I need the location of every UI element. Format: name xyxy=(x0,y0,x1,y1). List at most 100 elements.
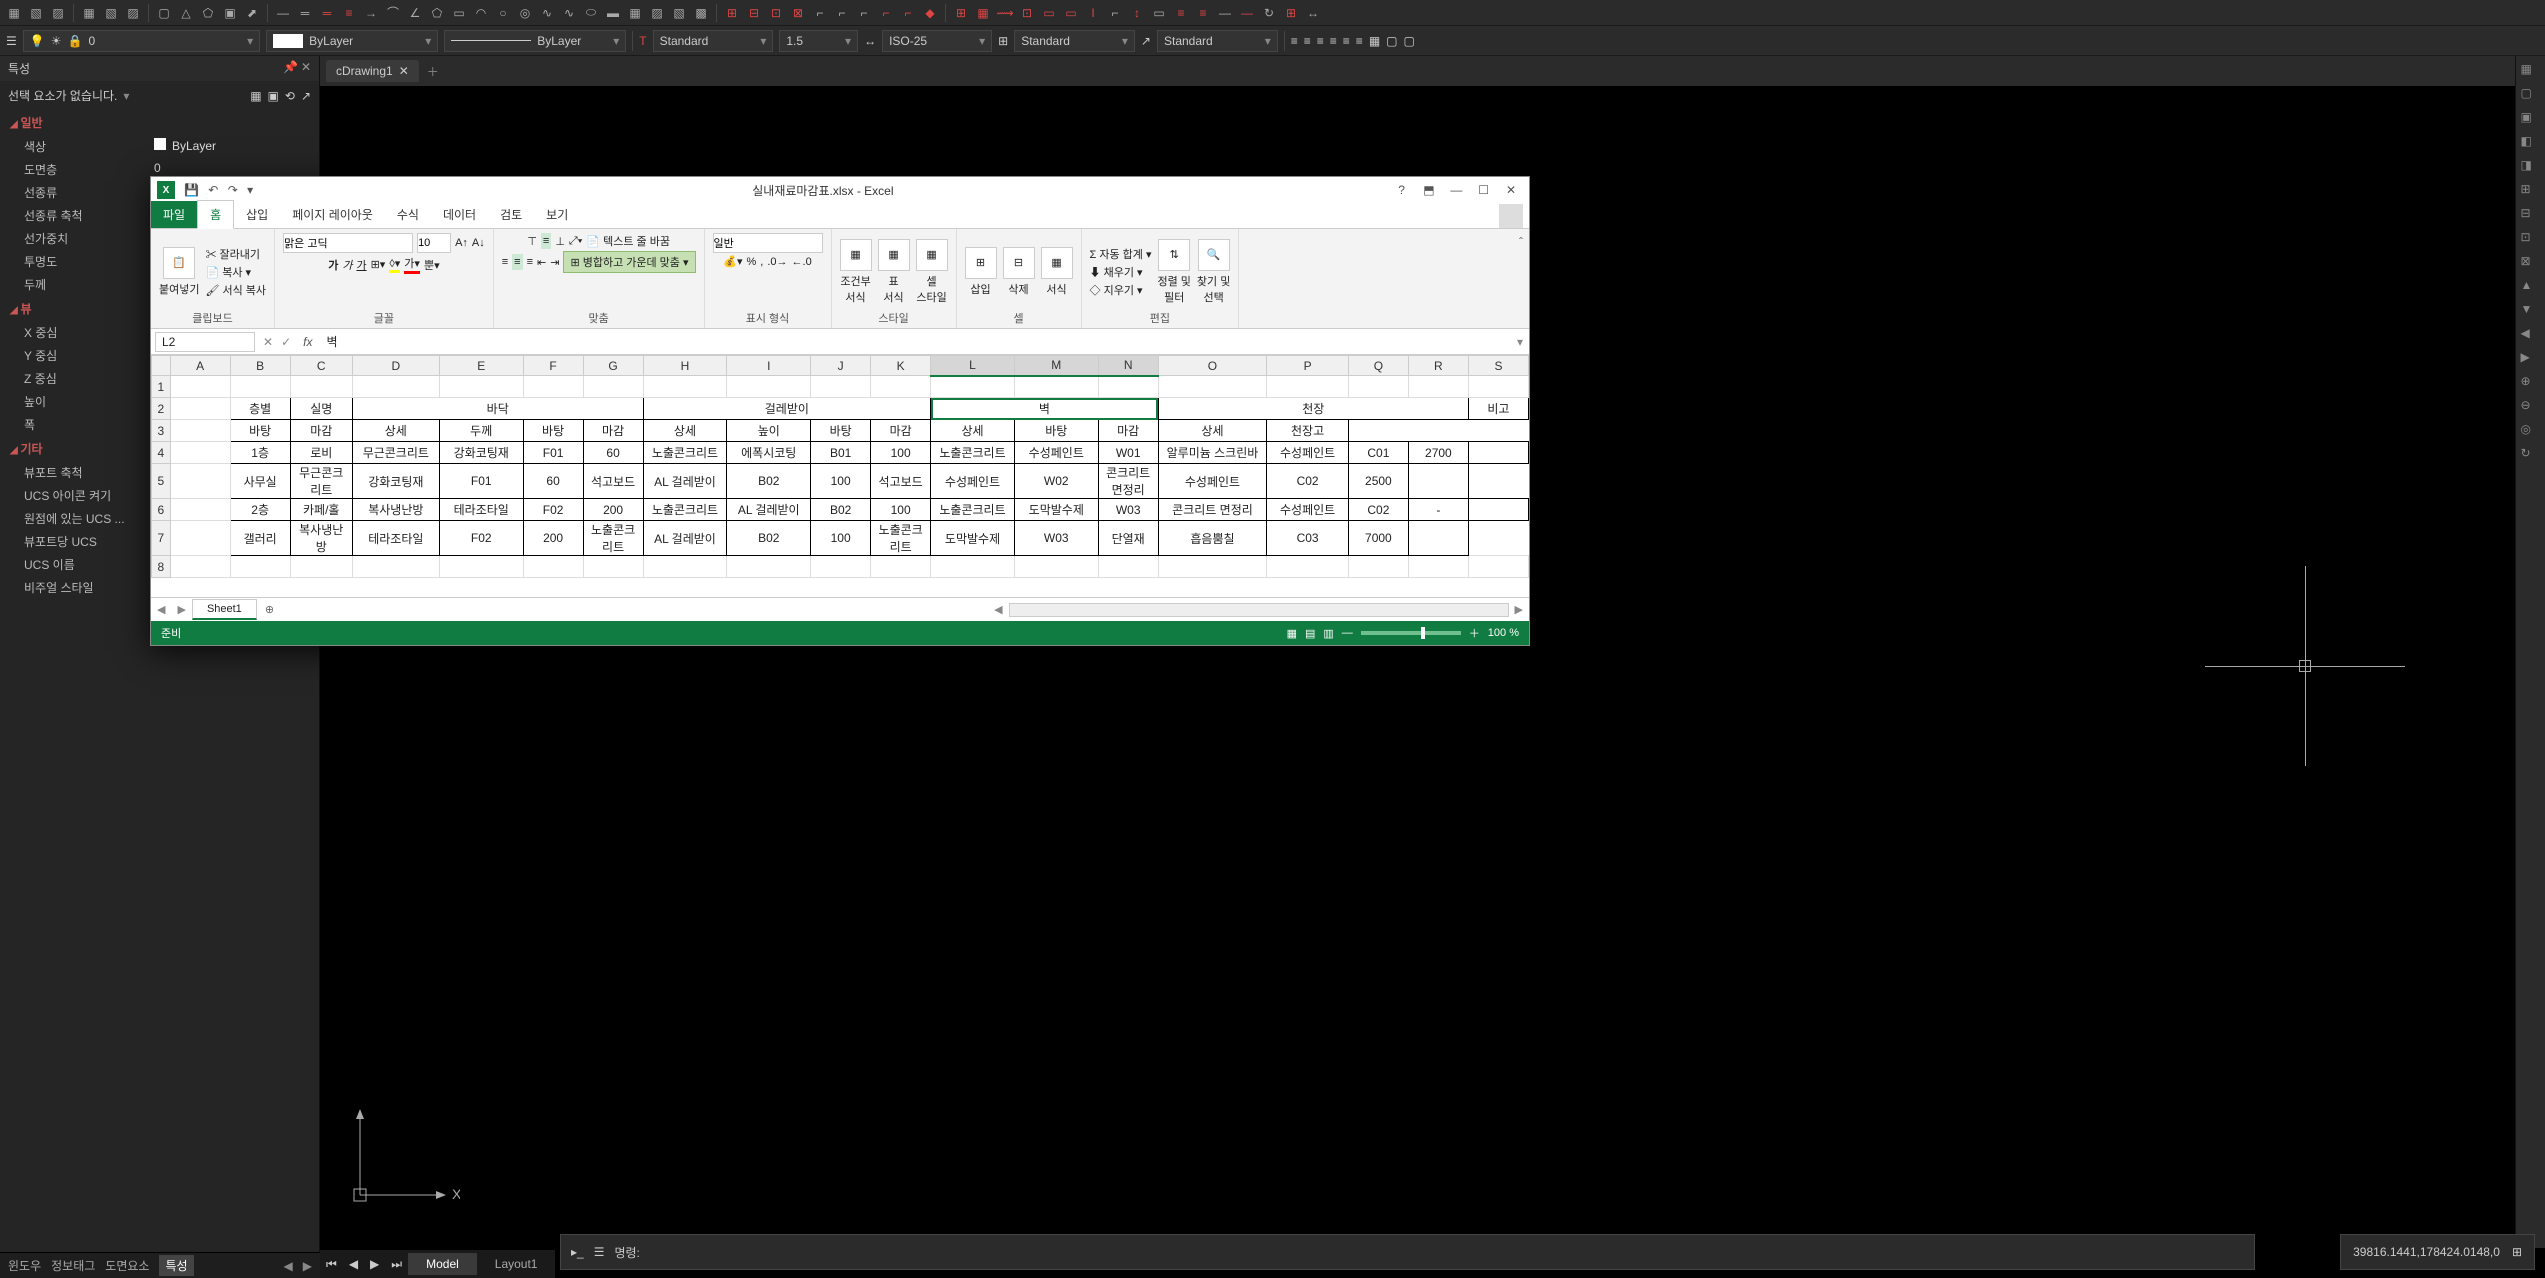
mleader-icon[interactable]: ↗ xyxy=(1141,34,1151,48)
dimscale-combo[interactable]: 1.5 ▾ xyxy=(779,30,858,52)
inc-decimal-icon[interactable]: .0→ xyxy=(767,256,787,268)
cell[interactable]: 노출콘크리트 xyxy=(643,442,727,464)
qselect-icon[interactable]: ▣ xyxy=(268,89,279,103)
view-normal-icon[interactable]: ▦ xyxy=(1287,627,1297,640)
zoom-slider[interactable] xyxy=(1361,631,1461,635)
align-icon[interactable]: ≡ xyxy=(1291,34,1298,48)
cell[interactable] xyxy=(170,420,230,442)
donut-icon[interactable]: ◎ xyxy=(515,3,535,23)
cell[interactable]: 마감 xyxy=(290,420,352,442)
chevron-left-icon[interactable]: ◀ xyxy=(284,1259,293,1273)
cell[interactable]: 갤러리 xyxy=(230,521,290,556)
tab-review[interactable]: 검토 xyxy=(488,201,534,228)
tool-icon[interactable]: ▦ xyxy=(2521,62,2541,82)
align-right-icon[interactable]: ≡ xyxy=(527,256,533,268)
cell[interactable]: 마감 xyxy=(1098,420,1158,442)
modify-icon[interactable]: ▭ xyxy=(1039,3,1059,23)
cell[interactable]: 높이 xyxy=(727,420,811,442)
font-name-combo[interactable] xyxy=(283,233,413,253)
cell[interactable]: 강화코팅재 xyxy=(439,442,523,464)
indent-dec-icon[interactable]: ⇤ xyxy=(537,256,546,269)
generic-tool-icon[interactable]: ▦ xyxy=(79,3,99,23)
cell[interactable] xyxy=(583,556,643,578)
cell[interactable] xyxy=(352,376,439,398)
tool-icon[interactable]: ◎ xyxy=(2521,422,2541,442)
tool-icon[interactable]: ▢ xyxy=(1404,34,1415,48)
clear-button[interactable]: ◇ 지우기 ▾ xyxy=(1090,282,1152,298)
modify-icon[interactable]: ⊞ xyxy=(951,3,971,23)
line-icon[interactable]: ═ xyxy=(295,3,315,23)
view-pagebreak-icon[interactable]: ▥ xyxy=(1323,627,1333,640)
cell[interactable]: 콘크리트 면정리 xyxy=(1158,499,1267,521)
tab-insert[interactable]: 삽입 xyxy=(234,201,280,228)
color-combo[interactable]: ByLayer ▾ xyxy=(266,30,438,52)
cell[interactable] xyxy=(1468,499,1528,521)
undo-icon[interactable]: ↶ xyxy=(208,183,218,197)
cell[interactable]: B01 xyxy=(811,442,871,464)
cell[interactable]: 천장고 xyxy=(1267,420,1349,442)
cell[interactable] xyxy=(1348,556,1408,578)
align-top-icon[interactable]: ⊤ xyxy=(527,235,537,248)
col-header-N[interactable]: N xyxy=(1098,356,1158,376)
cell[interactable]: 100 xyxy=(871,442,931,464)
row-header-4[interactable]: 4 xyxy=(152,442,171,464)
cell-styles-button[interactable]: ▦셀 스타일 xyxy=(916,239,948,305)
col-header-M[interactable]: M xyxy=(1014,356,1098,376)
tablestyle-combo[interactable]: Standard ▾ xyxy=(1014,30,1135,52)
cell[interactable] xyxy=(439,376,523,398)
cell[interactable] xyxy=(1468,442,1528,464)
zoom-out-icon[interactable]: — xyxy=(1342,627,1353,639)
cell[interactable]: C02 xyxy=(1267,464,1349,499)
arc-icon[interactable]: ◠ xyxy=(471,3,491,23)
cell[interactable] xyxy=(1098,556,1158,578)
tool-icon[interactable]: ◧ xyxy=(2521,134,2541,154)
status-tab[interactable]: 도면요소 xyxy=(105,1257,149,1274)
cell[interactable]: 2500 xyxy=(1348,464,1408,499)
tool-icon[interactable]: ⊞ xyxy=(2521,182,2541,202)
dim-tool-icon[interactable]: ⊠ xyxy=(788,3,808,23)
hscrollbar[interactable] xyxy=(1009,603,1509,617)
modify-icon[interactable]: ≡ xyxy=(1171,3,1191,23)
tool-icon[interactable]: ▢ xyxy=(1386,34,1397,48)
drawing-tab[interactable]: cDrawing1 ✕ xyxy=(326,60,419,82)
align-icon[interactable]: ≡ xyxy=(1304,34,1311,48)
cell[interactable] xyxy=(523,376,583,398)
cell[interactable]: 콘크리트 면정리 xyxy=(1098,464,1158,499)
rect-icon[interactable]: ▭ xyxy=(449,3,469,23)
align-bottom-icon[interactable]: ⊥ xyxy=(555,235,565,248)
cell[interactable] xyxy=(523,556,583,578)
cell[interactable]: 로비 xyxy=(290,442,352,464)
cell[interactable]: 에폭시코팅 xyxy=(727,442,811,464)
hatch-icon[interactable]: ▧ xyxy=(669,3,689,23)
cell[interactable] xyxy=(643,376,727,398)
cell[interactable]: 100 xyxy=(871,499,931,521)
cell[interactable]: 흡음뿜칠 xyxy=(1158,521,1267,556)
mleaderstyle-combo[interactable]: Standard ▾ xyxy=(1157,30,1278,52)
refresh-icon[interactable]: ↻ xyxy=(1259,3,1279,23)
generic-tool-icon[interactable]: ▦ xyxy=(4,3,24,23)
cell[interactable]: 마감 xyxy=(871,420,931,442)
cell[interactable] xyxy=(1014,376,1098,398)
tab-formulas[interactable]: 수식 xyxy=(385,201,431,228)
paste-button[interactable]: 📋붙여넣기 xyxy=(159,247,199,297)
cell[interactable] xyxy=(170,556,230,578)
col-header-B[interactable]: B xyxy=(230,356,290,376)
cell[interactable]: 바탕 xyxy=(523,420,583,442)
pin-icon[interactable]: 📌 xyxy=(283,60,298,74)
spline-icon[interactable]: ∿ xyxy=(537,3,557,23)
cell[interactable]: 마감 xyxy=(583,420,643,442)
dim-tool-icon[interactable]: ⊟ xyxy=(744,3,764,23)
cell[interactable] xyxy=(1348,376,1408,398)
cell[interactable]: 무근콘크리트 xyxy=(352,442,439,464)
cell[interactable]: 수성페인트 xyxy=(1267,499,1349,521)
tool-icon[interactable]: ▼ xyxy=(2521,302,2541,322)
cell[interactable]: B02 xyxy=(727,521,811,556)
command-line[interactable]: ▸_ ☰ 명령: xyxy=(560,1234,2255,1270)
ellipse-icon[interactable]: ⬭ xyxy=(581,3,601,23)
cell[interactable]: 바탕 xyxy=(1014,420,1098,442)
hatch-icon[interactable]: ▩ xyxy=(691,3,711,23)
cell[interactable]: B02 xyxy=(811,499,871,521)
tool-icon[interactable]: ▶ xyxy=(2521,350,2541,370)
modify-icon[interactable]: ⊞ xyxy=(1281,3,1301,23)
generic-tool-icon[interactable]: △ xyxy=(176,3,196,23)
